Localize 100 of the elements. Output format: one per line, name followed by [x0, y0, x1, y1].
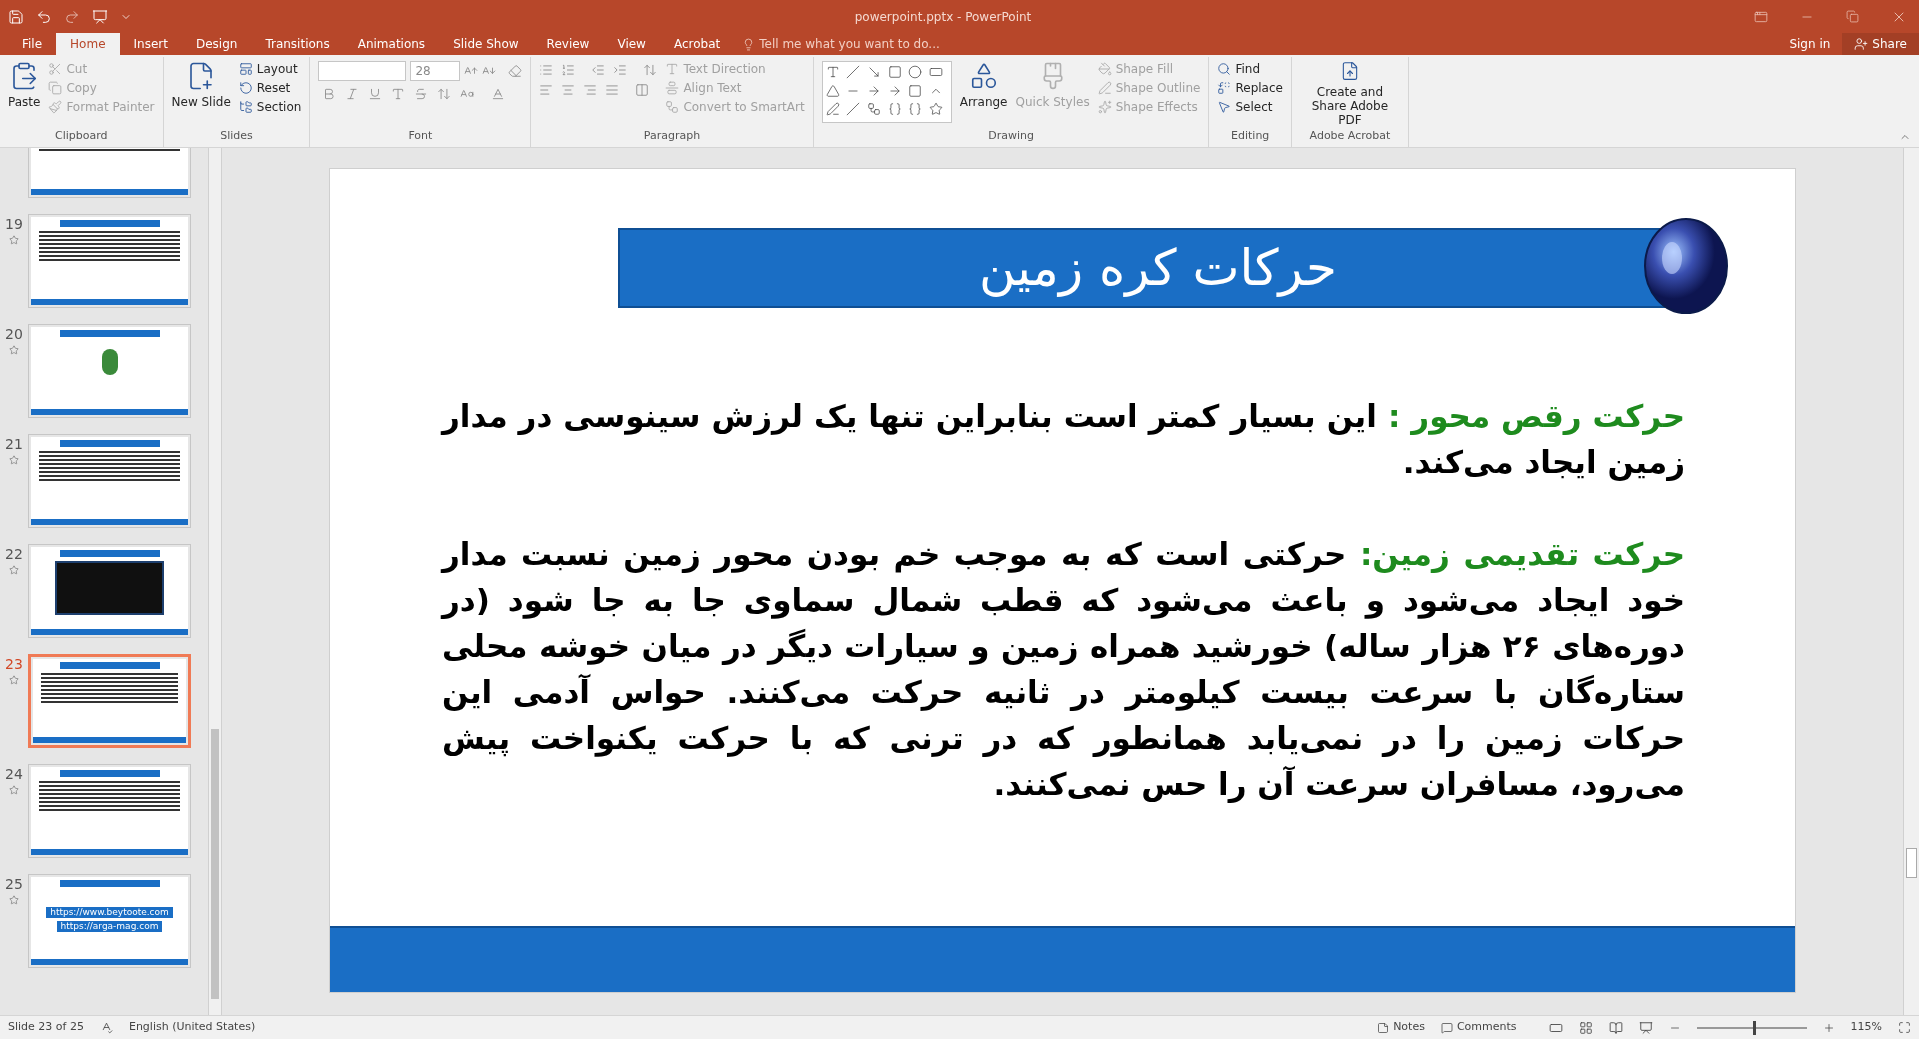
slide-thumbnail[interactable]: https://www.beytoote.com https://arga-mag.com — [28, 874, 191, 968]
bullets-icon[interactable] — [539, 63, 554, 77]
align-left-icon[interactable] — [539, 83, 554, 97]
line-spacing-icon[interactable] — [643, 63, 658, 77]
slide-counter: Slide 23 of 25 — [8, 1019, 84, 1036]
section-button[interactable]: Section — [234, 97, 306, 116]
shape-icon[interactable] — [887, 102, 902, 117]
ribbon-tab[interactable]: Insert — [119, 33, 182, 55]
shape-icon[interactable] — [887, 83, 902, 98]
slide-thumbnail[interactable] — [28, 434, 191, 528]
redo-icon[interactable] — [64, 8, 80, 25]
shape-icon[interactable] — [908, 65, 923, 79]
shape-icon[interactable] — [846, 102, 861, 117]
find-button[interactable]: Find — [1213, 59, 1287, 78]
zoom-in-icon[interactable] — [1822, 1021, 1835, 1034]
shape-icon[interactable] — [929, 102, 943, 117]
columns-icon[interactable] — [635, 83, 650, 97]
notes-button[interactable]: Notes — [1377, 1019, 1425, 1036]
ribbon-tab[interactable]: File — [8, 33, 57, 55]
restore-icon[interactable] — [1846, 10, 1859, 23]
ribbon-tab[interactable]: Acrobat — [659, 33, 735, 55]
shape-icon[interactable] — [825, 102, 840, 117]
increase-indent-icon[interactable] — [613, 63, 628, 77]
create-pdf-button[interactable]: Create and Share Adobe PDF — [1295, 57, 1404, 127]
slideshow-view-icon[interactable] — [1638, 1020, 1653, 1035]
slide-thumbnail[interactable] — [28, 544, 191, 638]
person-add-icon — [1854, 37, 1869, 51]
share-button[interactable]: Share — [1842, 33, 1919, 55]
shapes-gallery[interactable] — [821, 61, 952, 123]
zoom-slider-thumb[interactable] — [1753, 1020, 1757, 1035]
align-center-icon[interactable] — [561, 83, 576, 97]
decrease-indent-icon[interactable] — [591, 63, 606, 77]
reading-view-icon[interactable] — [1608, 1020, 1623, 1035]
character-spacing-icon[interactable] — [437, 87, 452, 101]
group-label: Editing — [1230, 128, 1271, 144]
strikethrough-icon[interactable] — [414, 87, 429, 101]
slideshow-icon[interactable] — [92, 8, 108, 25]
zoom-level[interactable]: 115% — [1850, 1019, 1882, 1036]
justify-icon[interactable] — [605, 83, 620, 97]
paste-button[interactable]: Paste — [4, 57, 45, 127]
new-slide-button[interactable]: New Slide — [167, 57, 235, 127]
slide-thumbnail[interactable] — [28, 324, 191, 418]
slide-thumbnail[interactable] — [28, 654, 191, 748]
shape-icon[interactable] — [929, 65, 943, 79]
undo-icon[interactable] — [36, 8, 52, 25]
slide-paragraph: حرکت تقدیمی زمین: حرکتی است که به موجب خم بودن محور زمین نسبت مدار خود ایجاد می‌شود و باعث می‌شود که قطب شمال سماوی جا به جا شود (در دوره‌های ۲۶ هزار ساله) خورشید همراه زمین و سیارات دیگر در میان خوشه محلی ستاره‌گان با سرعت بیست کیلومتر در ثانیه حرکت می‌کنند. حواس آدمی این حرکات زمین را در نمی‌یابد همانطور که در ترنی که با حرکت یکنواخت پیش می‌رود، مسافران سرعت آن را حس نمی‌کنند. — [442, 535, 1685, 805]
slide-thumbnail[interactable] — [28, 214, 191, 308]
ribbon-tab[interactable]: Slide Show — [439, 33, 533, 55]
reset-button[interactable]: Reset — [234, 78, 306, 97]
align-right-icon[interactable] — [583, 83, 598, 97]
group-label: Font — [407, 128, 434, 144]
group-label: Adobe Acrobat — [1308, 128, 1392, 144]
shape-icon[interactable] — [887, 65, 902, 79]
ribbon-tab[interactable]: Review — [532, 33, 604, 55]
ribbon-tab[interactable]: Design — [181, 33, 252, 55]
globe-figure — [101, 349, 118, 375]
text-shadow-icon[interactable] — [391, 87, 406, 101]
comments-button[interactable]: Comments — [1440, 1019, 1517, 1036]
bold-icon[interactable] — [322, 87, 337, 101]
language-indicator[interactable]: English (United States) — [128, 1019, 256, 1036]
slide-sorter-icon[interactable] — [1578, 1020, 1593, 1035]
save-icon[interactable] — [8, 8, 24, 25]
tell-me-field[interactable]: Tell me what you want to do... — [734, 33, 948, 55]
shape-effects-icon — [1097, 99, 1112, 114]
slide-number: 24 — [5, 765, 23, 784]
slide-number: 21 — [5, 435, 23, 454]
ribbon-tab[interactable]: Transitions — [251, 33, 344, 55]
font-color-icon[interactable] — [491, 87, 506, 101]
ribbon-tab[interactable]: View — [603, 33, 660, 55]
select-button[interactable]: Select — [1213, 97, 1287, 116]
arrange-button[interactable]: Arrange — [955, 57, 1012, 127]
shape-icon[interactable] — [908, 102, 923, 117]
font-name-field[interactable] — [318, 61, 407, 81]
slide-number: 22 — [5, 545, 23, 564]
thumbnail-scrollbar[interactable] — [208, 148, 222, 1015]
sign-in-link[interactable]: Sign in — [1777, 33, 1843, 55]
slide-scrollbar[interactable] — [1903, 148, 1919, 1015]
fit-slide-icon[interactable] — [1898, 1021, 1911, 1034]
star-icon — [9, 895, 19, 905]
slide-thumbnail[interactable] — [28, 764, 191, 858]
underline-icon[interactable] — [368, 87, 383, 101]
shape-icon[interactable] — [825, 65, 840, 79]
numbering-icon[interactable] — [561, 63, 576, 77]
comment-icon — [1440, 1021, 1453, 1034]
shape-icon[interactable] — [867, 65, 881, 79]
shape-icon[interactable] — [908, 83, 923, 98]
clear-formatting-icon[interactable] — [508, 64, 523, 78]
text-direction-icon — [665, 61, 680, 76]
font-size-field[interactable]: 28 — [410, 61, 461, 81]
star-icon — [9, 455, 19, 465]
shape-icon[interactable] — [867, 83, 881, 98]
shape-icon[interactable] — [825, 83, 840, 98]
layout-button[interactable]: Layout — [234, 59, 306, 78]
replace-button[interactable]: Replace — [1213, 78, 1287, 97]
ribbon-display-icon[interactable] — [1754, 9, 1768, 24]
ribbon-tab[interactable]: Animations — [343, 33, 440, 55]
shape-icon[interactable] — [867, 102, 881, 117]
ribbon-tab[interactable]: Home — [56, 33, 120, 55]
shape-icon[interactable] — [846, 65, 861, 79]
italic-icon[interactable] — [345, 87, 360, 101]
